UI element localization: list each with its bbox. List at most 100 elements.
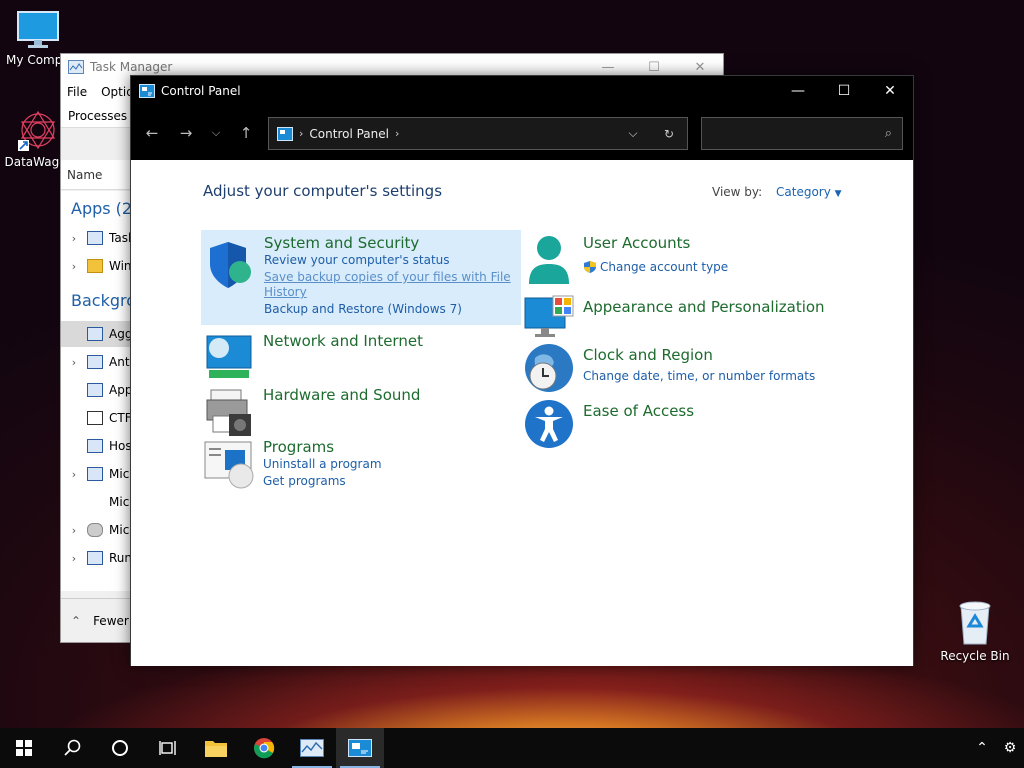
process-name: App <box>109 383 133 397</box>
control-panel-taskbar-button[interactable] <box>336 728 384 768</box>
clock-globe-icon <box>525 344 573 392</box>
task-manager-taskbar-button[interactable] <box>288 728 336 768</box>
control-panel-content: Adjust your computer's settings View by:… <box>131 160 913 666</box>
page-title: Adjust your computer's settings <box>203 182 443 200</box>
category-title[interactable]: Ease of Access <box>583 402 694 420</box>
process-name: Win <box>109 259 132 273</box>
up-arrow-icon[interactable]: ↑ <box>229 116 263 150</box>
cortana-circle-icon <box>112 740 128 756</box>
datawagon-logo-icon <box>18 110 56 151</box>
category-hardware-and-sound[interactable]: Hardware and Sound <box>203 386 503 436</box>
task-manager-icon <box>68 60 84 74</box>
change-account-type-link[interactable]: Change account type <box>600 260 728 274</box>
control-panel-window[interactable]: Control Panel — ☐ ✕ ← → ⌵ ↑ › Control Pa… <box>130 75 914 666</box>
user-accounts-icon <box>529 236 569 284</box>
view-by-control: View by: Category ▼ <box>712 185 842 199</box>
programs-icon <box>204 441 254 489</box>
maximize-button[interactable]: ☐ <box>821 76 867 106</box>
change-date-time-link[interactable]: Change date, time, or number formats <box>583 369 815 383</box>
accessibility-icon <box>525 400 573 448</box>
category-title[interactable]: Hardware and Sound <box>263 386 420 404</box>
forward-arrow-icon[interactable]: → <box>169 116 203 150</box>
chrome-taskbar-button[interactable] <box>240 728 288 768</box>
start-button[interactable] <box>0 728 48 768</box>
process-icon <box>87 439 103 453</box>
category-title[interactable]: Network and Internet <box>263 332 423 350</box>
process-name: Ant <box>109 355 130 369</box>
recent-locations-chevron-icon[interactable]: ⌵ <box>203 116 229 150</box>
chevron-right-icon[interactable]: › <box>61 232 87 245</box>
process-name: Mic <box>109 495 130 509</box>
process-name: Mic <box>109 523 130 537</box>
windows-logo-icon <box>16 740 32 756</box>
category-user-accounts[interactable]: User Accounts Change account type <box>523 234 823 290</box>
category-title[interactable]: Clock and Region <box>583 346 713 364</box>
task-manager-icon <box>300 739 324 757</box>
breadcrumb-control-panel[interactable]: Control Panel <box>309 127 389 141</box>
category-system-and-security[interactable]: System and Security Review your computer… <box>201 230 521 325</box>
file-explorer-taskbar-button[interactable] <box>192 728 240 768</box>
category-title[interactable]: System and Security <box>264 234 419 252</box>
process-name: Run <box>109 551 133 565</box>
view-by-value: Category <box>776 185 831 199</box>
task-view-button[interactable] <box>144 728 192 768</box>
process-name: Hos <box>109 439 132 453</box>
caret-down-icon: ▼ <box>834 189 842 199</box>
chevron-right-icon[interactable]: › <box>61 260 87 273</box>
control-panel-icon <box>348 739 372 757</box>
menu-file[interactable]: File <box>67 85 87 99</box>
view-by-dropdown[interactable]: Category ▼ <box>776 185 842 199</box>
uninstall-program-link[interactable]: Uninstall a program <box>263 457 382 471</box>
category-title[interactable]: Appearance and Personalization <box>583 298 825 316</box>
category-ease-of-access[interactable]: Ease of Access <box>523 398 823 452</box>
menu-options[interactable]: Optio <box>101 85 133 99</box>
view-by-label: View by: <box>712 185 763 199</box>
window-title: Control Panel <box>161 84 241 98</box>
process-icon <box>87 467 103 481</box>
cortana-button[interactable] <box>96 728 144 768</box>
folder-icon <box>87 259 103 273</box>
file-history-link-continued[interactable]: History <box>264 285 307 299</box>
search-button[interactable] <box>48 728 96 768</box>
close-button[interactable]: ✕ <box>867 76 913 106</box>
category-clock-and-region[interactable]: Clock and Region Change date, time, or n… <box>523 342 843 396</box>
chevron-right-icon[interactable]: › <box>61 552 87 565</box>
search-box[interactable]: ⌕ <box>701 117 903 150</box>
show-hidden-icons-chevron-icon[interactable]: ⌃ <box>968 740 996 756</box>
process-icon <box>87 551 103 565</box>
column-label: Name <box>67 167 103 182</box>
category-network-and-internet[interactable]: Network and Internet <box>203 332 503 382</box>
category-programs[interactable]: Programs Uninstall a program Get program… <box>203 438 503 498</box>
uac-shield-icon <box>583 260 597 274</box>
refresh-icon[interactable]: ↻ <box>651 127 687 141</box>
breadcrumb-separator-icon[interactable]: › <box>299 127 303 140</box>
window-title: Task Manager <box>90 60 173 74</box>
chevron-right-icon[interactable]: › <box>61 356 87 369</box>
address-bar[interactable]: › Control Panel › ⌵ ↻ <box>268 117 688 150</box>
back-arrow-icon[interactable]: ← <box>135 116 169 150</box>
category-appearance-and-personalization[interactable]: Appearance and Personalization <box>523 294 843 344</box>
breadcrumb-separator-icon[interactable]: › <box>395 127 399 140</box>
chevron-right-icon[interactable]: › <box>61 524 87 537</box>
search-icon[interactable]: ⌕ <box>885 126 892 141</box>
recycle-bin-desktop-icon[interactable]: Recycle Bin <box>937 600 1013 663</box>
category-title[interactable]: User Accounts <box>583 234 690 252</box>
control-panel-icon <box>277 126 293 141</box>
backup-restore-link[interactable]: Backup and Restore (Windows 7) <box>264 302 462 316</box>
tab-processes[interactable]: Processes <box>68 109 127 123</box>
address-dropdown-chevron-icon[interactable]: ⌵ <box>615 126 651 141</box>
minimize-button[interactable]: — <box>775 76 821 106</box>
get-programs-link[interactable]: Get programs <box>263 474 346 488</box>
category-title[interactable]: Programs <box>263 438 334 456</box>
system-tray: ⌃ ⚙ <box>968 728 1024 768</box>
file-history-link[interactable]: Save backup copies of your files with Fi… <box>264 270 511 284</box>
review-status-link[interactable]: Review your computer's status <box>264 253 450 267</box>
settings-gear-icon[interactable]: ⚙ <box>996 740 1024 756</box>
control-panel-icon <box>139 84 155 98</box>
apps-group-header: Apps (2) <box>71 199 139 218</box>
chevron-right-icon[interactable]: › <box>61 468 87 481</box>
process-name: CTF <box>109 411 132 425</box>
taskbar: ⌃ ⚙ <box>0 728 1024 768</box>
desktop-icon-label: Recycle Bin <box>940 649 1010 663</box>
process-icon <box>87 383 103 397</box>
